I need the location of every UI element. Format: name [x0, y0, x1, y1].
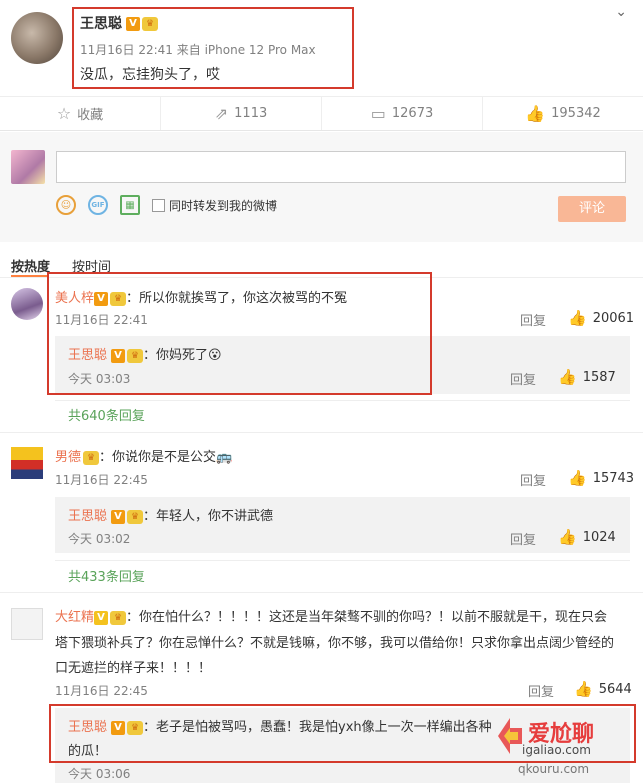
comment-author[interactable]: 大红精: [55, 610, 94, 625]
comment-avatar[interactable]: [11, 608, 43, 640]
emoji-icon[interactable]: ☺: [56, 195, 76, 215]
post-text: 没瓜，忘挂狗头了，哎: [80, 67, 220, 83]
chevron-down-icon[interactable]: ⌄: [615, 4, 627, 20]
comment-text: ：你说你是不是公交🚌: [99, 450, 233, 465]
sub-reply-like-count: 1587: [582, 369, 616, 385]
site-watermark: 爱尬聊 igaliao.com qkouru.com: [490, 710, 640, 780]
divider: [0, 592, 643, 593]
repost-button[interactable]: ⇗ 1113: [161, 97, 322, 130]
repost-checkbox[interactable]: [152, 198, 165, 212]
reply-button[interactable]: 回复: [520, 310, 546, 329]
comment-avatar[interactable]: [11, 447, 43, 479]
comment-time: 11月16日 22:45: [55, 473, 148, 487]
thumbs-up-icon: 👍: [568, 469, 587, 487]
comment-body: 男德 ♛ ：你说你是不是公交🚌: [55, 446, 232, 465]
more-replies-link[interactable]: 共433条回复: [68, 566, 145, 585]
star-icon: ☆: [56, 104, 72, 123]
reply-button[interactable]: 回复: [520, 470, 546, 489]
verified-badge-icon: V: [94, 610, 109, 625]
post-author-name[interactable]: 王思聪: [80, 16, 122, 32]
sub-reply-like-button[interactable]: 👍 1587: [558, 368, 616, 386]
watermark-domain: igaliao.com: [522, 743, 591, 757]
comment-count: 12673: [391, 106, 434, 121]
post-highlight-frame: 王思聪 V ♛ 11月16日 22:41 来自 iPhone 12 Pro Max …: [72, 7, 354, 89]
like-button[interactable]: 👍 195342: [483, 97, 643, 130]
comment-text-line: 口无遮拦的样子来！！！！: [55, 661, 212, 676]
comment-like-count: 5644: [598, 681, 632, 697]
comment-text-line: 塔下猥琐补兵了？你在忌惮什么？不就是钱嘛，你不够，我可以借给你！只求你拿出点阔少…: [55, 636, 615, 651]
repost-count: 1113: [234, 106, 268, 121]
sub-reply-body: 王思聪 V ♛ ：年轻人，你不讲武德: [68, 505, 273, 524]
thumbs-up-icon: 👍: [568, 309, 587, 327]
post-meta: 11月16日 22:41 来自 iPhone 12 Pro Max: [80, 43, 316, 57]
picture-icon[interactable]: ▦: [120, 195, 140, 215]
favorite-button[interactable]: ☆ 收藏: [0, 97, 161, 130]
thumbs-up-icon: 👍: [558, 368, 577, 386]
thumbs-up-icon: 👍: [574, 680, 593, 698]
sort-by-hot-tab[interactable]: 按热度: [11, 256, 50, 275]
like-count: 195342: [551, 106, 601, 121]
comment-like-count: 20061: [592, 310, 635, 326]
sub-reply-button[interactable]: 回复: [510, 369, 536, 388]
share-icon: ⇗: [214, 104, 229, 123]
watermark-bottom-domain: qkouru.com: [518, 762, 590, 776]
repost-checkbox-label: 同时转发到我的微博: [169, 198, 278, 213]
gif-icon[interactable]: GIF: [88, 195, 108, 215]
comment-text-line: ：你在怕什么？！！！！这还是当年桀骜不驯的你吗？！以前不服就是干，现在只会: [126, 610, 608, 625]
member-crown-icon: ♛: [110, 610, 127, 625]
thumbs-up-icon: 👍: [558, 528, 577, 546]
member-crown-icon: ♛: [142, 17, 158, 31]
comment-highlight-frame: [47, 272, 432, 395]
comment-compose: ☺ GIF ▦ 同时转发到我的微博 评论: [0, 132, 643, 242]
sub-reply-author[interactable]: 王思聪: [68, 509, 107, 524]
comment-button[interactable]: ▭ 12673: [322, 97, 483, 130]
sub-reply-like-button[interactable]: 👍 1024: [558, 528, 616, 546]
comment-like-button[interactable]: 👍 20061: [568, 309, 634, 327]
sub-reply-time: 今天 03:02: [68, 532, 131, 546]
sub-reply-like-count: 1024: [582, 529, 616, 545]
sub-reply-button[interactable]: 回复: [510, 529, 536, 548]
divider: [55, 560, 630, 561]
more-replies-link[interactable]: 共640条回复: [68, 405, 145, 424]
comment-time: 11月16日 22:45: [55, 684, 148, 698]
favorite-label: 收藏: [77, 108, 104, 123]
post-author-avatar[interactable]: [11, 12, 63, 64]
watermark-arrow-icon: [498, 718, 522, 754]
verified-badge-icon: V: [126, 17, 140, 31]
comment-like-button[interactable]: 👍 15743: [568, 469, 634, 487]
sub-reply-time: 今天 03:06: [68, 767, 131, 781]
verified-badge-icon: V: [111, 509, 126, 524]
like-icon: 👍: [525, 104, 546, 123]
post-header: 王思聪 V ♛ 11月16日 22:41 来自 iPhone 12 Pro Max …: [0, 0, 643, 96]
submit-comment-button[interactable]: 评论: [558, 196, 626, 222]
divider: [55, 400, 630, 401]
sub-reply-box: 王思聪 V ♛ ：年轻人，你不讲武德 今天 03:02 回复 👍 1024: [55, 497, 630, 553]
comment-body: 大红精 V ♛ ：你在怕什么？！！！！这还是当年桀骜不驯的你吗？！以前不服就是干，现在…: [55, 606, 607, 625]
comment-input[interactable]: [56, 151, 626, 183]
reply-button[interactable]: 回复: [528, 681, 554, 700]
member-crown-icon: ♛: [83, 450, 100, 465]
compose-tools: ☺ GIF ▦ 同时转发到我的微博: [56, 194, 277, 216]
comment-like-count: 15743: [592, 470, 635, 486]
comment-avatar[interactable]: [11, 288, 43, 320]
post-action-bar: ☆ 收藏 ⇗ 1113 ▭ 12673 👍 195342: [0, 96, 643, 131]
current-user-avatar: [11, 150, 45, 184]
member-crown-icon: ♛: [127, 509, 144, 524]
comment-icon: ▭: [370, 104, 386, 123]
sub-reply-text: ：年轻人，你不讲武德: [143, 509, 274, 524]
divider: [0, 432, 643, 433]
comment-like-button[interactable]: 👍 5644: [574, 680, 632, 698]
comment-author[interactable]: 男德: [55, 450, 81, 465]
